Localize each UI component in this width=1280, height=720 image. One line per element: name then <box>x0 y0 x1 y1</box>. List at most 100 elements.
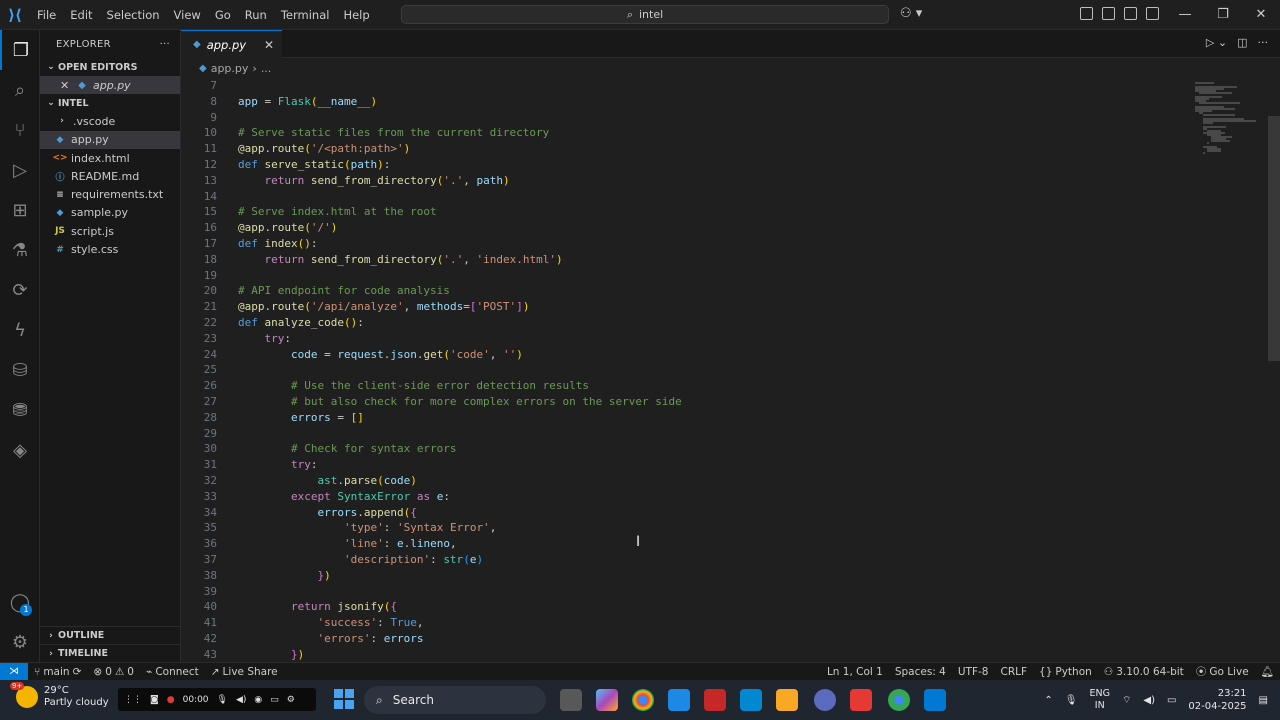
extensions-icon[interactable]: ⊞ <box>0 190 40 230</box>
split-editor-icon[interactable]: ◫ <box>1237 36 1247 49</box>
code-line[interactable]: 8 app = Flask(__name__) <box>181 94 1191 110</box>
toggle-panel-icon[interactable] <box>1124 7 1137 20</box>
code-line[interactable]: 34 errors.append({ <box>181 505 1191 521</box>
toggle-sidebar-icon[interactable] <box>1102 7 1115 20</box>
menu-terminal[interactable]: Terminal <box>274 0 337 30</box>
clock[interactable]: 23:21 02-04-2025 <box>1188 687 1246 713</box>
source-control-icon[interactable]: ⑂ <box>0 110 40 150</box>
discord-icon[interactable] <box>814 689 836 711</box>
code-line[interactable]: 31 try: <box>181 457 1191 473</box>
code-line[interactable]: 35 'type': 'Syntax Error', <box>181 520 1191 536</box>
more-actions-icon[interactable]: ··· <box>160 39 170 50</box>
chevron-up-icon[interactable]: ⌃ <box>1044 695 1052 706</box>
menu-help[interactable]: Help <box>336 0 376 30</box>
toggle-secondary-sidebar-icon[interactable] <box>1146 7 1159 20</box>
grip-icon[interactable]: ⋮⋮ <box>124 695 142 705</box>
settings-gear-icon[interactable]: ⚙ <box>0 622 40 662</box>
window-icon[interactable]: ▭ <box>270 695 279 705</box>
line-ending[interactable]: CRLF <box>994 664 1033 679</box>
problems-indicator[interactable]: ⊗ 0 ⚠ 0 <box>87 666 140 678</box>
code-line[interactable]: 36 'line': e.lineno, <box>181 536 1191 552</box>
file-explorer-icon[interactable] <box>776 689 798 711</box>
taskbar-search[interactable]: ⌕ Search <box>364 686 546 714</box>
code-line[interactable]: 21 @app.route('/api/analyze', methods=['P… <box>181 299 1191 315</box>
code-line[interactable]: 37 'description': str(e) <box>181 552 1191 568</box>
code-line[interactable]: 42 'errors': errors <box>181 631 1191 647</box>
code-line[interactable]: 43 }) <box>181 647 1191 662</box>
restore-icon[interactable]: ❐ <box>1204 0 1242 30</box>
chrome-icon[interactable] <box>632 689 654 711</box>
copilot-app-icon[interactable] <box>596 689 618 711</box>
code-editor[interactable]: 7 8 app = Flask(__name__) 9 10 # Serve static… <box>181 78 1191 662</box>
live-share-button[interactable]: ↗ Live Share <box>205 666 284 678</box>
record-dot-icon[interactable]: ● <box>167 695 175 705</box>
code-line[interactable]: 39 <box>181 584 1191 600</box>
remote-indicator-icon[interactable]: ⋊ <box>0 662 28 681</box>
gear-icon[interactable]: ⚙ <box>287 695 295 705</box>
notifications-bell-icon[interactable]: 🔔︎ <box>1255 664 1280 679</box>
app-icon-blue[interactable] <box>740 689 762 711</box>
file-tree-item[interactable]: ◆ app.py <box>40 130 180 149</box>
chrome-profile-icon[interactable] <box>888 689 910 711</box>
open-editor-item[interactable]: ✕ ◆ app.py <box>40 76 180 95</box>
battery-icon[interactable]: ▭ <box>1167 695 1176 706</box>
vscode-taskbar-icon[interactable] <box>924 689 946 711</box>
file-tree-item[interactable]: ◆ sample.py <box>40 204 180 222</box>
recorder-app-icon[interactable] <box>850 689 872 711</box>
layers-icon[interactable]: ◈ <box>0 430 40 470</box>
timeline-header[interactable]: › TIMELINE <box>40 644 181 662</box>
run-python-icon[interactable]: ▷ ⌄ <box>1206 36 1227 49</box>
go-live-button[interactable]: ⦿ Go Live <box>1190 664 1255 679</box>
task-view-icon[interactable] <box>560 689 582 711</box>
database-alt-icon[interactable]: ⛃ <box>0 390 40 430</box>
code-line[interactable]: 13 return send_from_directory('.', path) <box>181 173 1191 189</box>
code-line[interactable]: 23 try: <box>181 331 1191 347</box>
menu-view[interactable]: View <box>167 0 208 30</box>
sync-icon[interactable]: ⟳ <box>73 666 82 678</box>
code-line[interactable]: 15 # Serve index.html at the root <box>181 204 1191 220</box>
file-tree-item[interactable]: # style.css <box>40 240 180 258</box>
run-debug-icon[interactable]: ▷ <box>0 150 40 190</box>
microphone-icon[interactable]: 🎙︎ <box>217 695 228 705</box>
mcafee-icon[interactable] <box>704 689 726 711</box>
file-tree-item[interactable]: <> index.html <box>40 149 180 167</box>
more-actions-icon[interactable]: ··· <box>1258 36 1269 49</box>
code-line[interactable]: 38 }) <box>181 568 1191 584</box>
indentation[interactable]: Spaces: 4 <box>889 664 952 679</box>
remote-explorer-icon[interactable]: ⟳ <box>0 270 40 310</box>
microphone-tray-icon[interactable]: 🎙︎ <box>1065 695 1078 706</box>
notification-icon[interactable]: ▤ <box>1259 695 1268 706</box>
code-line[interactable]: 33 except SyntaxError as e: <box>181 489 1191 505</box>
menu-edit[interactable]: Edit <box>63 0 99 30</box>
open-editors-header[interactable]: ⌄ OPEN EDITORS <box>40 58 180 76</box>
search-icon[interactable]: ⌕ <box>0 70 40 110</box>
testing-icon[interactable]: ⚗ <box>0 230 40 270</box>
code-line[interactable]: 26 # Use the client-side error detection… <box>181 378 1191 394</box>
lightning-icon[interactable]: ϟ <box>0 310 40 350</box>
code-line[interactable]: 10 # Serve static files from the current … <box>181 125 1191 141</box>
code-line[interactable]: 7 <box>181 78 1191 94</box>
code-line[interactable]: 18 return send_from_directory('.', 'inde… <box>181 252 1191 268</box>
code-line[interactable]: 30 # Check for syntax errors <box>181 441 1191 457</box>
command-center[interactable]: ⌕ intel <box>401 5 889 24</box>
code-line[interactable]: 19 <box>181 268 1191 284</box>
language-mode[interactable]: {} Python <box>1033 664 1098 679</box>
python-interpreter[interactable]: ⚇ 3.10.0 64-bit <box>1098 664 1190 679</box>
menu-selection[interactable]: Selection <box>100 0 167 30</box>
code-line[interactable]: 29 <box>181 426 1191 442</box>
code-line[interactable]: 32 ast.parse(code) <box>181 473 1191 489</box>
encoding[interactable]: UTF-8 <box>952 664 995 679</box>
close-tab-icon[interactable]: ✕ <box>264 38 274 52</box>
volume-icon[interactable]: ◀) <box>1143 695 1155 706</box>
speaker-icon[interactable]: ◀) <box>236 695 246 705</box>
code-line[interactable]: 9 <box>181 110 1191 126</box>
database-icon[interactable]: ⛁ <box>0 350 40 390</box>
code-line[interactable]: 17 def index(): <box>181 236 1191 252</box>
vertical-scrollbar[interactable] <box>1268 116 1280 361</box>
breadcrumb-file[interactable]: app.py <box>211 62 249 75</box>
code-line[interactable]: 41 'success': True, <box>181 615 1191 631</box>
cursor-position[interactable]: Ln 1, Col 1 <box>821 664 889 679</box>
file-tree-item[interactable]: ⓘ README.md <box>40 167 180 185</box>
explorer-icon[interactable]: ❐ <box>0 30 40 70</box>
code-line[interactable]: 24 code = request.json.get('code', '') <box>181 347 1191 363</box>
